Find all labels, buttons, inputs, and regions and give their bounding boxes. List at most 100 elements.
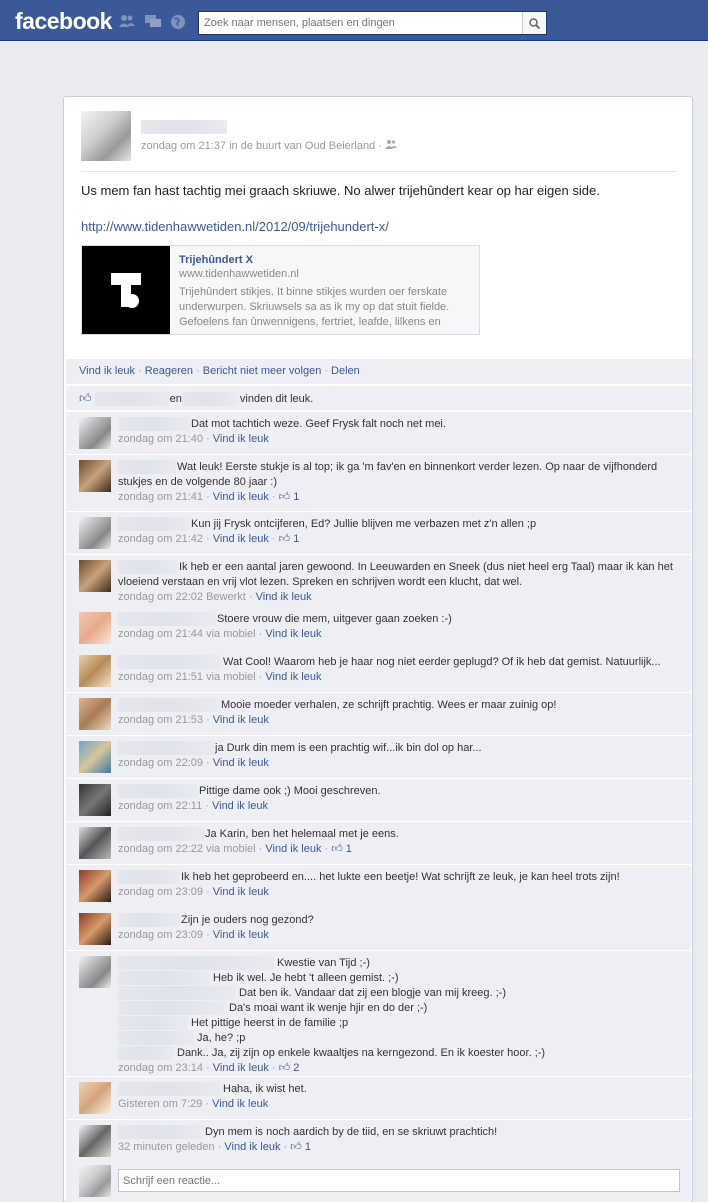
- notifications-globe-icon[interactable]: [170, 14, 186, 29]
- commenter-name[interactable]: [118, 784, 198, 799]
- post-timestamp[interactable]: zondag om 21:37: [141, 140, 226, 152]
- commenter-avatar[interactable]: [79, 560, 111, 592]
- comment-like-link[interactable]: Vind ik leuk: [265, 628, 321, 640]
- comment-timestamp[interactable]: zondag om 21:42: [118, 533, 203, 545]
- commenter-avatar[interactable]: [79, 460, 111, 492]
- comment-timestamp[interactable]: zondag om 23:14: [118, 1062, 203, 1074]
- audience-icon[interactable]: [385, 140, 398, 152]
- comment-timestamp[interactable]: 32 minuten geleden: [118, 1141, 215, 1153]
- commenter-avatar[interactable]: [79, 913, 111, 945]
- share-link[interactable]: Delen: [331, 365, 360, 377]
- comment-like-link[interactable]: Vind ik leuk: [265, 843, 321, 855]
- link-preview-title[interactable]: Trijehûndert X: [179, 254, 253, 266]
- commenter-name[interactable]: [118, 870, 180, 885]
- comment-meta: zondag om 21:44 via mobiel · Vind ik leu…: [118, 628, 322, 640]
- comment-like-link[interactable]: Vind ik leuk: [213, 757, 269, 769]
- commenter-name[interactable]: [118, 1001, 226, 1016]
- comment-like-link[interactable]: Vind ik leuk: [213, 533, 269, 545]
- commenter-name[interactable]: [118, 827, 204, 842]
- author-avatar[interactable]: [81, 111, 131, 161]
- commenter-avatar[interactable]: [79, 612, 111, 644]
- commenter-name[interactable]: [118, 971, 210, 986]
- comment-timestamp[interactable]: zondag om 21:40: [118, 433, 203, 445]
- search-button[interactable]: [522, 12, 546, 34]
- comment-body: Kwestie van Tijd ;-) Heb ik wel. Je hebt …: [118, 956, 678, 1076]
- comment-like-link[interactable]: Vind ik leuk: [213, 1062, 269, 1074]
- comment-likes-count[interactable]: 👍︎ 1: [279, 491, 300, 503]
- post-url-link[interactable]: http://www.tidenhawwetiden.nl/2012/09/tr…: [81, 219, 389, 234]
- commenter-name[interactable]: [118, 698, 220, 713]
- comment-like-link[interactable]: Vind ik leuk: [224, 1141, 280, 1153]
- post-text: Us mem fan hast tachtig mei graach skriu…: [81, 183, 600, 198]
- commenter-avatar[interactable]: [79, 784, 111, 816]
- like-link[interactable]: Vind ik leuk: [79, 365, 135, 377]
- comment-timestamp[interactable]: zondag om 21:41: [118, 491, 203, 503]
- friend-requests-icon[interactable]: [119, 14, 135, 28]
- comment-timestamp[interactable]: zondag om 22:11: [118, 800, 202, 812]
- author-name[interactable]: [141, 120, 681, 134]
- comment-likes-count[interactable]: 👍︎ 2: [279, 1062, 300, 1074]
- comment-like-link[interactable]: Vind ik leuk: [213, 714, 269, 726]
- commenter-name[interactable]: [118, 741, 214, 756]
- comment-timestamp[interactable]: zondag om 22:22: [118, 843, 203, 855]
- commenter-avatar[interactable]: [79, 417, 111, 449]
- commenter-avatar[interactable]: [79, 698, 111, 730]
- commenter-avatar[interactable]: [79, 1082, 111, 1114]
- commenter-avatar[interactable]: [79, 517, 111, 549]
- thumbs-up-icon: 👍︎: [290, 1141, 302, 1153]
- comment-timestamp[interactable]: zondag om 22:02: [118, 591, 203, 603]
- commenter-name[interactable]: [118, 986, 236, 1001]
- comment-like-link[interactable]: Vind ik leuk: [213, 491, 269, 503]
- link-preview-image[interactable]: [82, 246, 170, 334]
- comment-timestamp[interactable]: zondag om 21:44: [118, 628, 203, 640]
- messages-icon[interactable]: [145, 14, 161, 28]
- comment-like-link[interactable]: Vind ik leuk: [213, 929, 269, 941]
- commenter-name[interactable]: [118, 655, 222, 670]
- commenter-name[interactable]: [118, 560, 178, 575]
- commenter-avatar[interactable]: [79, 741, 111, 773]
- commenter-name[interactable]: [118, 1031, 194, 1046]
- comment-timestamp[interactable]: zondag om 21:51: [118, 671, 203, 683]
- divider: [81, 171, 676, 172]
- commenter-avatar[interactable]: [79, 870, 111, 902]
- comment-like-link[interactable]: Vind ik leuk: [212, 800, 268, 812]
- comment-timestamp[interactable]: zondag om 21:53: [118, 714, 203, 726]
- comment-timestamp[interactable]: zondag om 23:09: [118, 929, 203, 941]
- commenter-name[interactable]: [118, 956, 274, 971]
- commenter-name[interactable]: [118, 1082, 222, 1097]
- comment-like-link[interactable]: Vind ik leuk: [212, 1098, 268, 1110]
- link-preview[interactable]: Trijehûndert X www.tidenhawwetiden.nl Tr…: [81, 245, 480, 335]
- commenter-name[interactable]: [118, 913, 180, 928]
- liker-name[interactable]: [181, 392, 237, 407]
- comment-link[interactable]: Reageren: [145, 365, 193, 377]
- comment-meta: zondag om 21:41 · Vind ik leuk · 👍︎ 1: [118, 491, 300, 503]
- comment-likes-count[interactable]: 👍︎ 1: [290, 1141, 311, 1153]
- comment-like-link[interactable]: Vind ik leuk: [256, 591, 312, 603]
- search-input[interactable]: [199, 12, 519, 34]
- commenter-avatar[interactable]: [79, 655, 111, 687]
- post-location[interactable]: in de buurt van Oud Beierland: [229, 140, 375, 152]
- unfollow-link[interactable]: Bericht niet meer volgen: [203, 365, 322, 377]
- commenter-name[interactable]: [118, 1125, 204, 1140]
- comment-like-link[interactable]: Vind ik leuk: [213, 433, 269, 445]
- comment-input[interactable]: [118, 1169, 680, 1192]
- comment-likes-count[interactable]: 👍︎ 1: [331, 843, 352, 855]
- comment-likes-count[interactable]: 👍︎ 1: [279, 533, 300, 545]
- commenter-name[interactable]: [118, 417, 190, 432]
- commenter-avatar[interactable]: [79, 827, 111, 859]
- commenter-avatar[interactable]: [79, 1125, 111, 1157]
- facebook-logo[interactable]: facebook: [15, 8, 112, 35]
- comment-timestamp[interactable]: zondag om 22:09: [118, 757, 203, 769]
- commenter-avatar[interactable]: [79, 956, 111, 988]
- comment-timestamp[interactable]: Gisteren om 7:29: [118, 1098, 202, 1110]
- commenter-name[interactable]: [118, 1016, 188, 1031]
- comment-like-link[interactable]: Vind ik leuk: [213, 886, 269, 898]
- commenter-name[interactable]: [118, 517, 190, 532]
- thumbs-up-icon: 👍︎: [331, 843, 343, 855]
- comment-timestamp[interactable]: zondag om 23:09: [118, 886, 203, 898]
- commenter-name[interactable]: [118, 460, 176, 475]
- commenter-name[interactable]: [118, 1046, 174, 1061]
- commenter-name[interactable]: [118, 612, 216, 627]
- liker-name[interactable]: [94, 392, 170, 407]
- comment-like-link[interactable]: Vind ik leuk: [265, 671, 321, 683]
